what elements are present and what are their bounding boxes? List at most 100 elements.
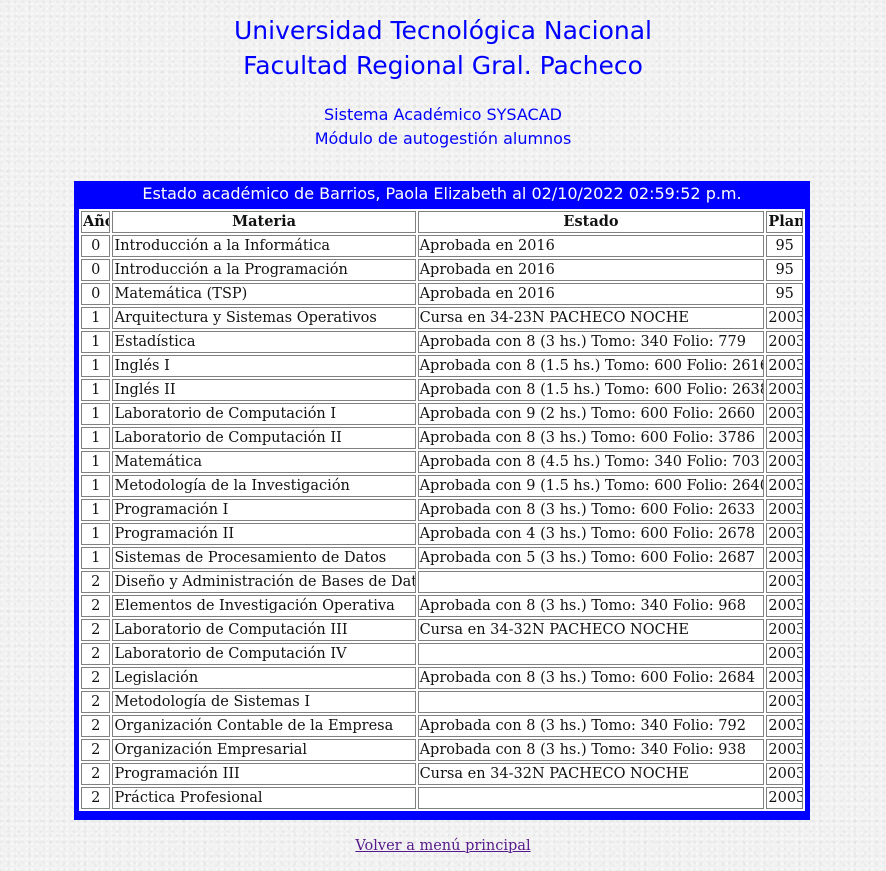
cell-estado: Aprobada con 8 (3 hs.) Tomo: 600 Folio: … [417,427,765,449]
cell-estado: Aprobada con 5 (3 hs.) Tomo: 600 Folio: … [417,547,765,569]
cell-estado: Aprobada en 2016 [417,283,765,305]
cell-estado [417,691,765,713]
footer: Volver a menú principal [0,836,886,856]
cell-materia: Inglés I [112,355,416,377]
cell-estado [417,571,765,593]
cell-materia: Legislación [112,667,416,689]
cell-plan: 2003 [766,619,803,641]
cell-plan: 2003 [766,595,803,617]
academic-status-panel: Estado académico de Barrios, Paola Eliza… [74,181,810,820]
cell-plan: 2003 [766,667,803,689]
cell-materia: Estadística [112,331,416,353]
table-row: 0 Introducción a la Informática Aprobada e… [81,235,803,257]
column-header-materia: Materia [112,211,416,233]
cell-plan: 2003 [766,331,803,353]
table-row: 1 Inglés I Aprobada con 8 (1.5 hs.) Tomo: … [81,355,803,377]
cell-materia: Inglés II [112,379,416,401]
cell-materia: Organización Contable de la Empresa [112,715,416,737]
cell-plan: 2003 [766,739,803,761]
cell-materia: Matemática (TSP) [112,283,416,305]
cell-materia: Introducción a la Programación [112,259,416,281]
cell-estado [417,643,765,665]
table-row: 0 Matemática (TSP) Aprobada en 2016 95 [81,283,803,305]
table-row: 1 Programación II Aprobada con 4 (3 hs.) T… [81,523,803,545]
table-row: 1 Metodología de la Investigación Aprobada… [81,475,803,497]
cell-plan: 2003 [766,499,803,521]
university-title: Universidad Tecnológica Nacional [234,16,652,45]
cell-estado: Cursa en 34-32N PACHECO NOCHE [417,619,765,641]
cell-anio: 2 [81,739,111,761]
cell-estado: Aprobada con 8 (3 hs.) Tomo: 600 Folio: … [417,499,765,521]
table-row: 2 Práctica Profesional 2003 [81,787,803,809]
cell-materia: Arquitectura y Sistemas Operativos [112,307,416,329]
cell-anio: 0 [81,259,111,281]
cell-materia: Metodología de Sistemas I [112,691,416,713]
cell-materia: Programación III [112,763,416,785]
cell-estado: Aprobada con 9 (1.5 hs.) Tomo: 600 Folio… [417,475,765,497]
table-header-row: Año Materia Estado Plan [81,211,803,233]
system-subtitle: Sistema Académico SYSACAD [324,105,562,124]
cell-anio: 2 [81,571,111,593]
cell-materia: Práctica Profesional [112,787,416,809]
cell-plan: 2003 [766,427,803,449]
cell-anio: 1 [81,523,111,545]
cell-plan: 2003 [766,547,803,569]
cell-plan: 2003 [766,523,803,545]
cell-estado: Aprobada con 4 (3 hs.) Tomo: 600 Folio: … [417,523,765,545]
cell-materia: Diseño y Administración de Bases de Dato [112,571,416,593]
cell-estado: Aprobada con 8 (3 hs.) Tomo: 340 Folio: … [417,739,765,761]
cell-plan: 2003 [766,475,803,497]
cell-plan: 2003 [766,307,803,329]
cell-estado: Aprobada en 2016 [417,235,765,257]
cell-anio: 2 [81,667,111,689]
column-header-anio: Año [81,211,111,233]
table-row: 2 Laboratorio de Computación IV 2003 [81,643,803,665]
table-row: 2 Metodología de Sistemas I 2003 [81,691,803,713]
cell-materia: Elementos de Investigación Operativa [112,595,416,617]
cell-anio: 1 [81,427,111,449]
cell-plan: 2003 [766,787,803,809]
cell-estado: Aprobada con 8 (3 hs.) Tomo: 340 Folio: … [417,715,765,737]
cell-anio: 1 [81,499,111,521]
academic-status-table: Año Materia Estado Plan 0Introducción a … [79,209,805,811]
cell-plan: 2003 [766,715,803,737]
cell-estado: Aprobada con 9 (2 hs.) Tomo: 600 Folio: … [417,403,765,425]
cell-materia: Metodología de la Investigación [112,475,416,497]
cell-plan: 2003 [766,571,803,593]
cell-anio: 2 [81,595,111,617]
cell-estado [417,787,765,809]
cell-anio: 1 [81,403,111,425]
cell-plan: 2003 [766,691,803,713]
cell-plan: 2003 [766,451,803,473]
table-row: 2 Legislación Aprobada con 8 (3 hs.) Tomo:… [81,667,803,689]
cell-anio: 1 [81,547,111,569]
cell-anio: 1 [81,331,111,353]
cell-estado: Aprobada con 8 (4.5 hs.) Tomo: 340 Folio… [417,451,765,473]
cell-plan: 2003 [766,403,803,425]
cell-estado: Aprobada con 8 (1.5 hs.) Tomo: 600 Folio… [417,379,765,401]
cell-plan: 95 [766,235,803,257]
cell-estado: Aprobada con 8 (1.5 hs.) Tomo: 600 Folio… [417,355,765,377]
cell-anio: 2 [81,691,111,713]
academic-status-title: Estado académico de Barrios, Paola Eliza… [142,184,742,203]
cell-plan: 2003 [766,763,803,785]
cell-plan: 95 [766,259,803,281]
back-to-main-menu-link[interactable]: Volver a menú principal [355,838,530,854]
cell-materia: Programación II [112,523,416,545]
column-header-estado: Estado [417,211,765,233]
cell-materia: Laboratorio de Computación II [112,427,416,449]
table-row: 2 Organización Empresarial Aprobada con 8 … [81,739,803,761]
table-row: 1 Sistemas de Procesamiento de Datos Aprob… [81,547,803,569]
cell-estado: Aprobada con 8 (3 hs.) Tomo: 340 Folio: … [417,331,765,353]
cell-estado: Cursa en 34-23N PACHECO NOCHE [417,307,765,329]
cell-materia: Introducción a la Informática [112,235,416,257]
module-subtitle: Módulo de autogestión alumnos [314,129,572,148]
cell-materia: Laboratorio de Computación III [112,619,416,641]
cell-anio: 1 [81,379,111,401]
cell-anio: 0 [81,235,111,257]
cell-anio: 2 [81,763,111,785]
table-row: 1 Laboratorio de Computación I Aprobada co… [81,403,803,425]
column-header-plan: Plan [766,211,803,233]
cell-materia: Matemática [112,451,416,473]
table-row: 2 Elementos de Investigación Operativa Apr… [81,595,803,617]
